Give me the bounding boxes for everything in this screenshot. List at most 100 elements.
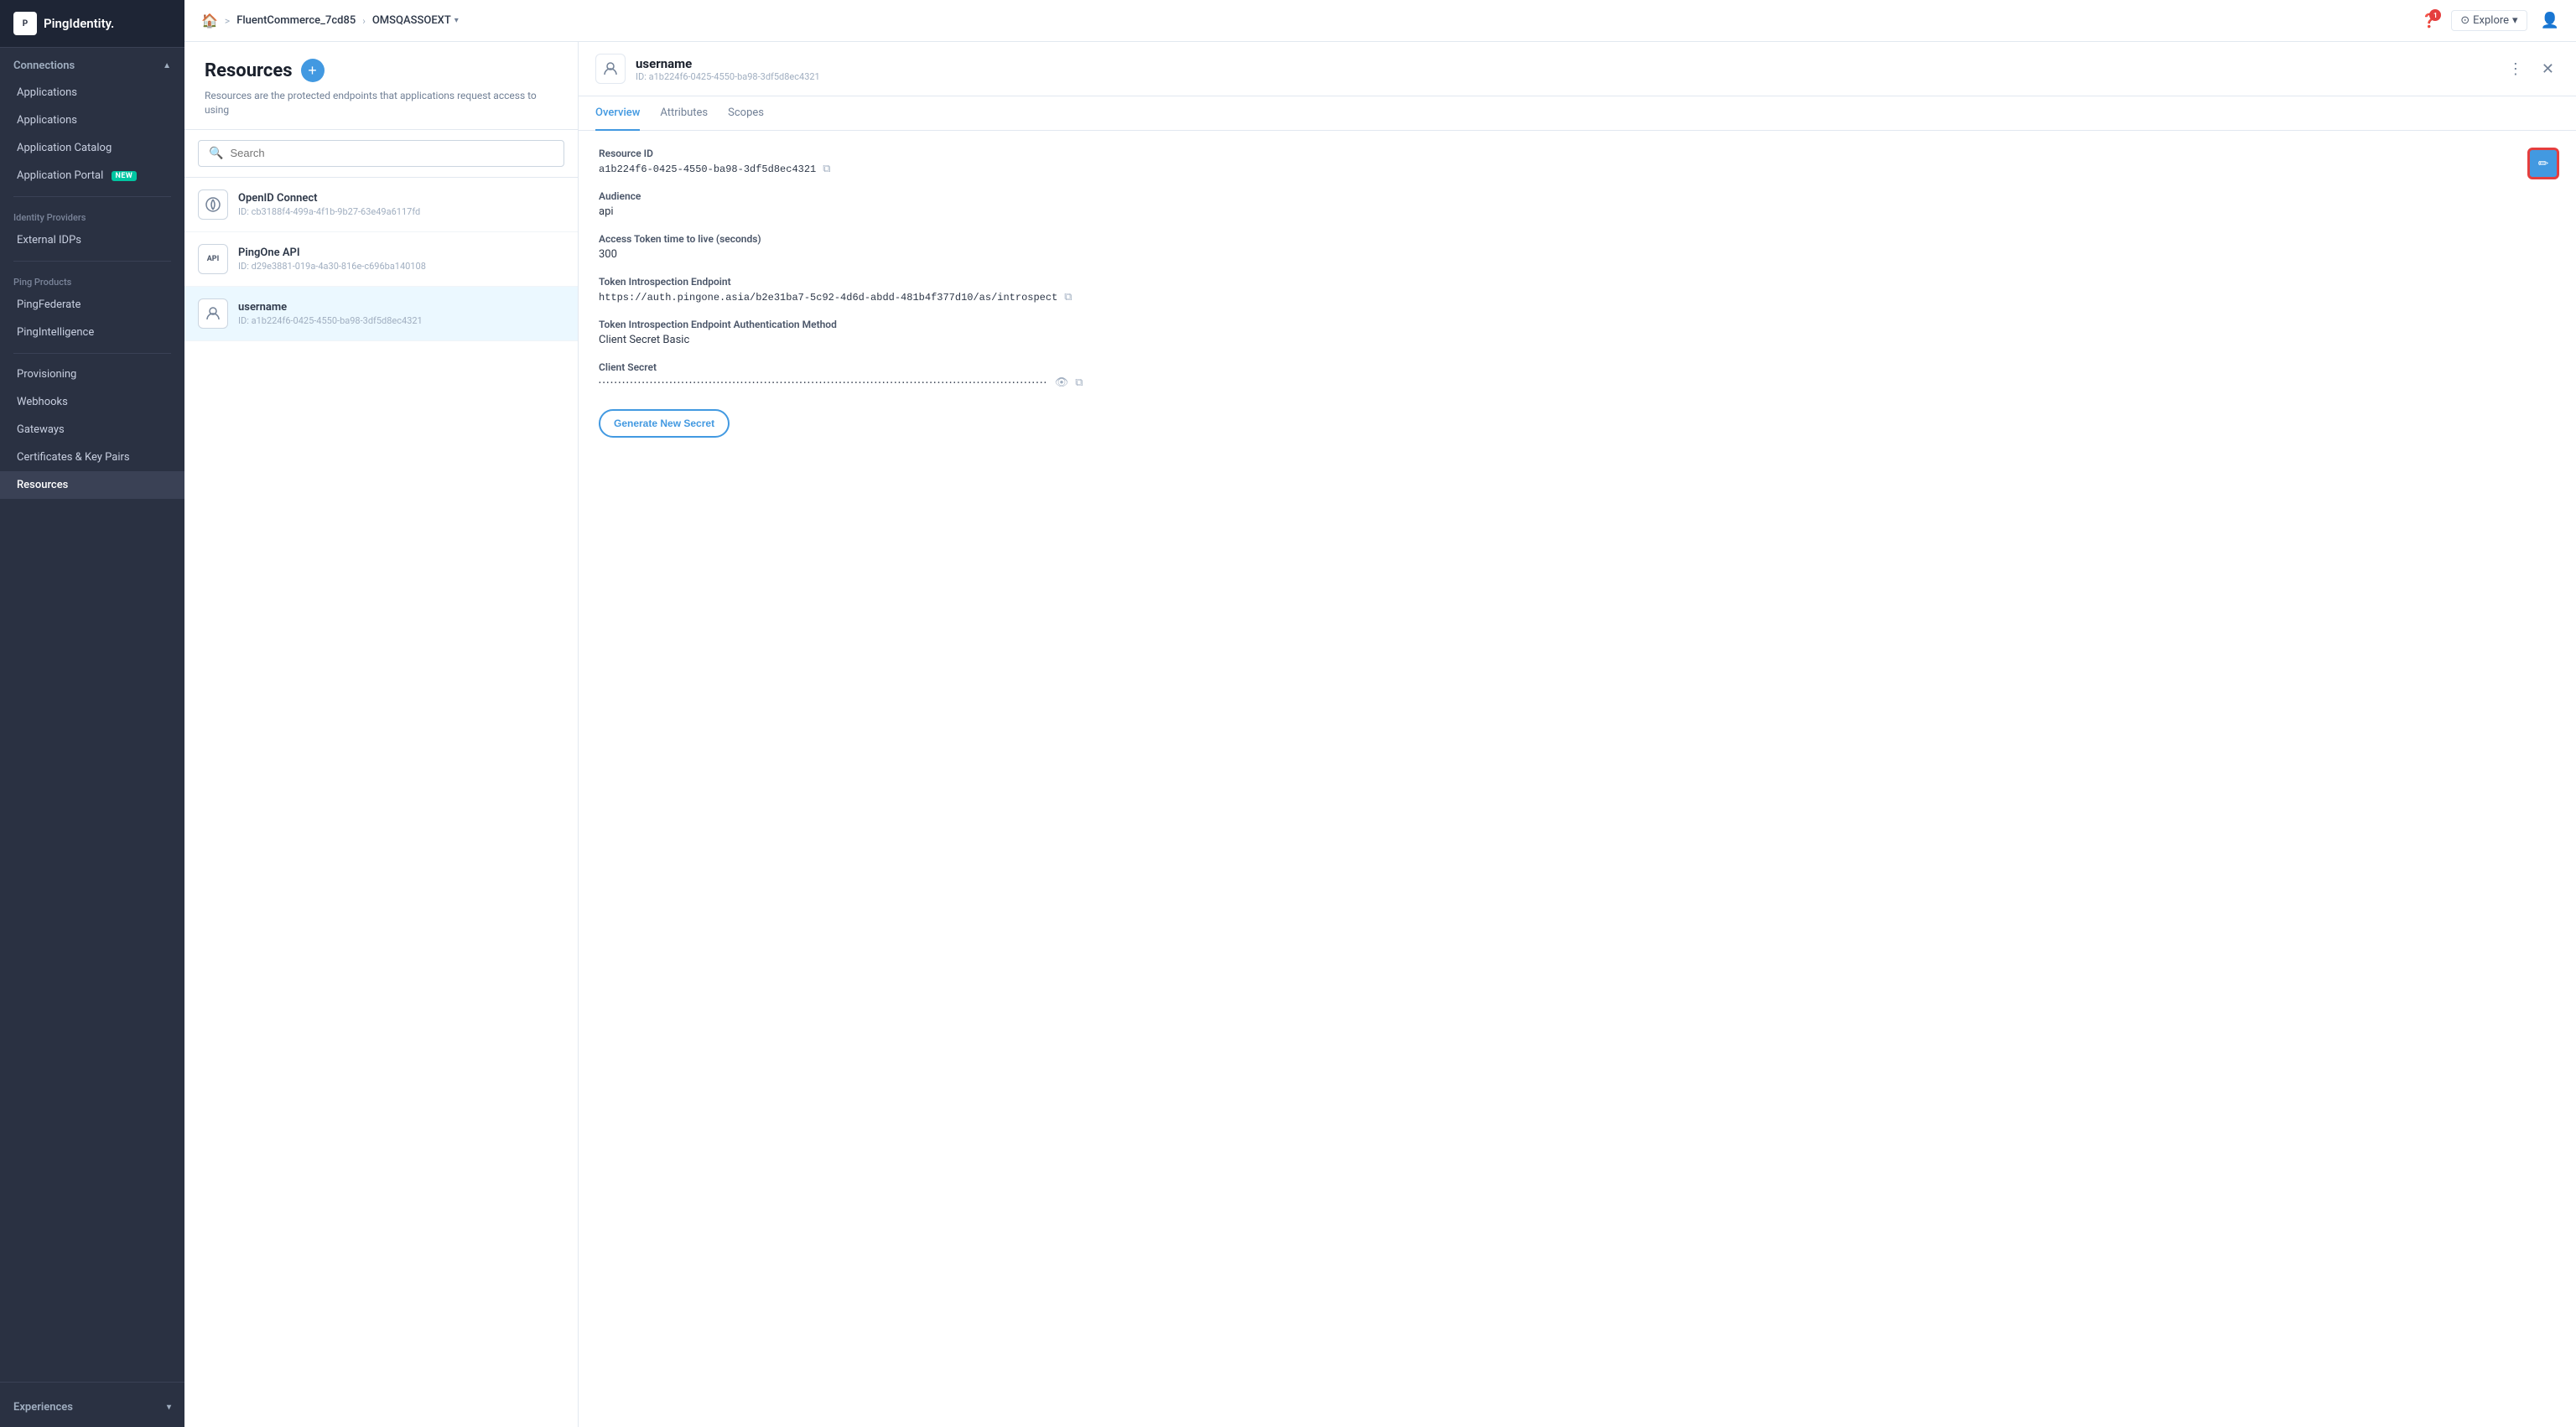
username-name: username [238,301,564,314]
detail-close-button[interactable]: ✕ [2537,59,2559,80]
tab-overview[interactable]: Overview [595,96,640,131]
sidebar-item-webhooks[interactable]: Webhooks [0,388,184,416]
sidebar-bottom: Experiences ▾ [0,1382,184,1427]
sidebar-logo[interactable]: P PingIdentity. [0,0,184,48]
breadcrumb-separator: > [225,15,230,27]
connections-chevron: ▲ [163,61,171,70]
copy-resource-id-icon[interactable]: ⧉ [823,163,830,175]
topbar-right: ❓ 1 ⊙ Explore ▾ 👤 [2421,10,2559,31]
topbar: 🏠 > FluentCommerce_7cd85 › OMSQASSOEXT ▾… [184,0,2576,42]
field-token-introspection-endpoint: Token Introspection Endpoint https://aut… [599,276,2556,304]
openid-connect-id: ID: cb3188f4-499a-4f1b-9b27-63e49a6117fd [238,206,564,217]
application-portal-new-badge: NEW [112,171,138,181]
breadcrumb-home-icon[interactable]: 🏠 [201,13,218,29]
sidebar-item-pingfederate[interactable]: PingFederate [0,291,184,319]
env-dropdown-icon: ▾ [454,16,459,25]
field-token-introspection-auth-method-label: Token Introspection Endpoint Authenticat… [599,319,2556,330]
detail-resource-id: ID: a1b224f6-0425-4550-ba98-3df5d8ec4321 [636,71,2503,82]
resources-description: Resources are the protected endpoints th… [205,89,558,117]
generate-new-secret-button[interactable]: Generate New Secret [599,409,730,438]
copy-introspection-icon[interactable]: ⧉ [1064,291,1072,304]
search-icon: 🔍 [209,147,223,160]
detail-resource-name: username [636,56,2503,71]
breadcrumb: 🏠 > FluentCommerce_7cd85 › OMSQASSOEXT ▾ [201,13,459,29]
detail-tabs: Overview Attributes Scopes [579,96,2576,131]
experiences-chevron: ▾ [167,1403,171,1412]
sidebar-item-applications[interactable]: Applications [0,106,184,134]
username-info: username ID: a1b224f6-0425-4550-ba98-3df… [238,301,564,326]
field-client-secret-value: ••••••••••••••••••••••••••••••••••••••••… [599,376,2556,389]
search-input-wrap[interactable]: 🔍 [198,140,564,167]
username-icon [198,298,228,329]
divider-3 [13,353,171,354]
add-resource-button[interactable]: + [301,59,325,82]
resource-item-openid-connect[interactable]: OpenID Connect ID: cb3188f4-499a-4f1b-9b… [184,178,578,232]
openid-connect-name: OpenID Connect [238,192,564,205]
identity-providers-label: Identity Providers [0,204,184,226]
sidebar-item-pingintelligence[interactable]: PingIntelligence [0,319,184,346]
sidebar-item-certificates[interactable]: Certificates & Key Pairs [0,444,184,471]
detail-header: username ID: a1b224f6-0425-4550-ba98-3df… [579,42,2576,96]
pingone-api-info: PingOne API ID: d29e3881-019a-4a30-816e-… [238,246,564,272]
divider-1 [13,196,171,197]
breadcrumb-env-name[interactable]: FluentCommerce_7cd85 [236,14,356,27]
pingone-api-icon: API [198,244,228,274]
edit-resource-button[interactable]: ✏ [2527,148,2559,179]
field-audience-value: api [599,205,2556,218]
explore-button[interactable]: ⊙ Explore ▾ [2451,10,2527,31]
ping-identity-logo-icon: P [13,12,37,35]
search-input[interactable] [230,147,553,159]
connections-label: Connections [13,60,75,72]
detail-header-info: username ID: a1b224f6-0425-4550-ba98-3df… [636,56,2503,82]
tab-attributes[interactable]: Attributes [660,96,708,131]
tab-scopes[interactable]: Scopes [728,96,764,131]
help-badge: 1 [2429,9,2441,21]
detail-header-actions: ⋮ ✕ [2503,59,2559,80]
user-icon[interactable]: 👤 [2541,12,2559,29]
field-resource-id: Resource ID a1b224f6-0425-4550-ba98-3df5… [599,148,2556,175]
client-secret-dots: ••••••••••••••••••••••••••••••••••••••••… [599,379,1048,387]
copy-secret-icon[interactable]: ⧉ [1075,376,1083,389]
resource-item-username[interactable]: username ID: a1b224f6-0425-4550-ba98-3df… [184,287,578,341]
detail-more-button[interactable]: ⋮ [2503,59,2528,80]
field-client-secret-label: Client Secret [599,361,2556,373]
ping-products-label: Ping Products [0,268,184,291]
pingone-api-name: PingOne API [238,246,564,259]
breadcrumb-separator2: › [362,15,366,27]
resource-item-pingone-api[interactable]: API PingOne API ID: d29e3881-019a-4a30-8… [184,232,578,287]
pingone-api-id: ID: d29e3881-019a-4a30-816e-c696ba140108 [238,261,564,272]
hide-secret-icon[interactable]: 👁 [1055,376,1069,389]
help-button[interactable]: ❓ 1 [2421,13,2438,29]
sidebar-item-gateways[interactable]: Gateways [0,416,184,444]
username-id: ID: a1b224f6-0425-4550-ba98-3df5d8ec4321 [238,315,564,326]
sidebar-item-applications-sub[interactable]: Applications [0,79,184,106]
explore-circle-icon: ⊙ [2460,14,2470,27]
field-access-token-ttl: Access Token time to live (seconds) 300 [599,233,2556,261]
detail-content: ✏ Resource ID a1b224f6-0425-4550-ba98-3d… [579,131,2576,1427]
sidebar-item-resources[interactable]: Resources [0,471,184,499]
field-resource-id-label: Resource ID [599,148,2556,159]
field-resource-id-value: a1b224f6-0425-4550-ba98-3df5d8ec4321 ⧉ [599,163,2556,175]
sidebar-section-experiences[interactable]: Experiences ▾ [0,1389,184,1420]
detail-pane: username ID: a1b224f6-0425-4550-ba98-3df… [579,42,2576,1427]
field-access-token-ttl-label: Access Token time to live (seconds) [599,233,2556,245]
divider-2 [13,261,171,262]
sidebar-item-external-idps[interactable]: External IDPs [0,226,184,254]
edit-icon: ✏ [2538,156,2549,171]
resource-list: OpenID Connect ID: cb3188f4-499a-4f1b-9b… [184,178,578,1427]
resources-header: Resources + Resources are the protected … [184,42,578,130]
sidebar-item-provisioning[interactable]: Provisioning [0,361,184,388]
resources-title: Resources [205,60,293,81]
sidebar-section-connections[interactable]: Connections ▲ [0,48,184,79]
field-audience: Audience api [599,190,2556,218]
sidebar-item-application-catalog[interactable]: Application Catalog [0,134,184,162]
sidebar-item-application-portal[interactable]: Application Portal NEW [0,162,184,189]
openid-connect-icon [198,189,228,220]
search-bar: 🔍 [184,130,578,178]
content-area: Resources + Resources are the protected … [184,42,2576,1427]
field-token-introspection-auth-method: Token Introspection Endpoint Authenticat… [599,319,2556,346]
field-audience-label: Audience [599,190,2556,202]
field-access-token-ttl-value: 300 [599,248,2556,261]
field-token-introspection-endpoint-label: Token Introspection Endpoint [599,276,2556,288]
breadcrumb-current-env[interactable]: OMSQASSOEXT ▾ [372,14,459,27]
